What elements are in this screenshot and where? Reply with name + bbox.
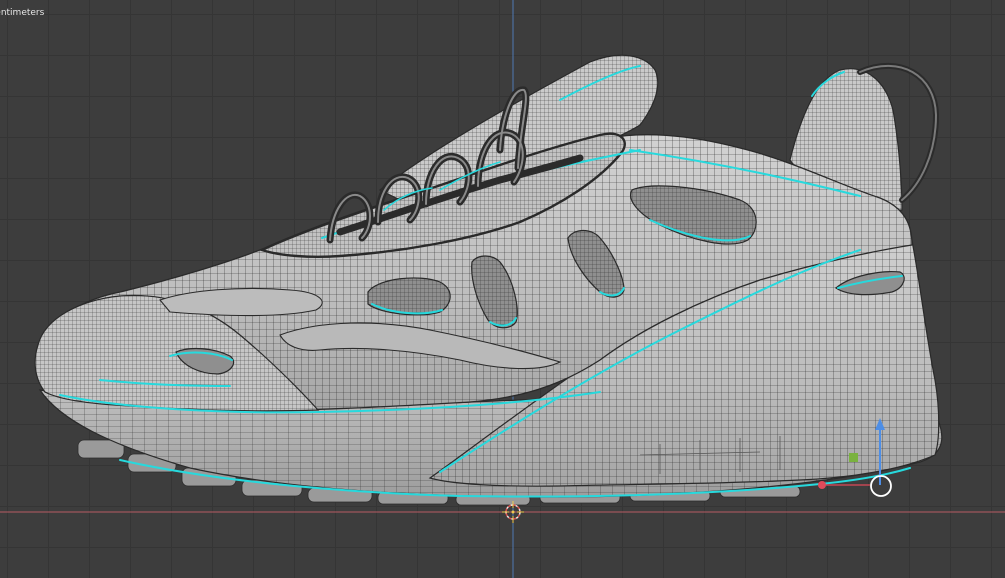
3d-viewport[interactable]: Centimeters: [0, 0, 1005, 578]
scene-canvas[interactable]: [0, 0, 1005, 578]
gizmo-y-handle[interactable]: [849, 453, 858, 462]
gizmo-x-handle[interactable]: [818, 481, 826, 489]
